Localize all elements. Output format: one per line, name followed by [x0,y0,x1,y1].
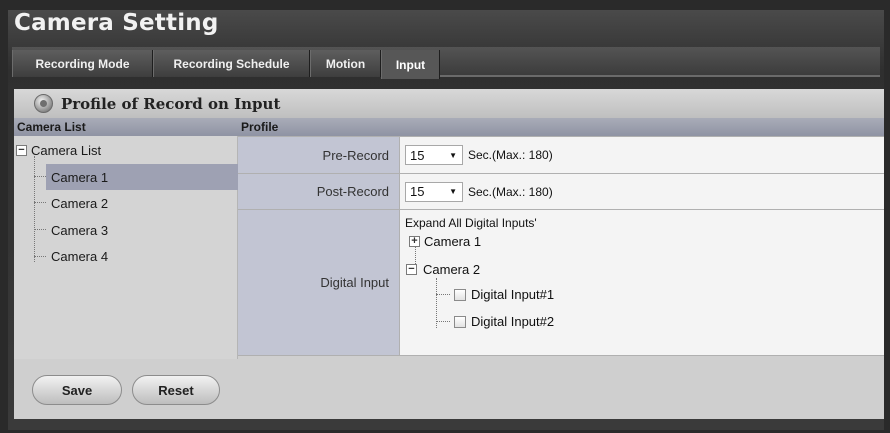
di-camera-2-label: Camera 2 [423,262,481,277]
camera-lens-icon [34,94,53,113]
di-camera-1[interactable]: + Camera 1 [409,234,481,249]
pre-record-value: 15 ▼ Sec.(Max.: 180) [400,137,884,173]
camera-item-3[interactable]: Camera 3 [46,217,238,243]
digital-input-2-label: Digital Input#2 [471,314,555,329]
profile-header: Profile [238,118,884,136]
profile-grid: Pre-Record 15 ▼ Sec.(Max.: 180) Post-Rec… [238,136,884,356]
collapse-icon[interactable]: − [406,264,417,275]
tree-connector [436,321,450,322]
post-record-row: Post-Record 15 ▼ Sec.(Max.: 180) [238,174,884,210]
digital-input-2-checkbox[interactable] [454,315,466,328]
tree-root-label: Camera List [31,142,102,158]
di-camera-2[interactable]: − Camera 2 [406,262,480,277]
camera-item-1[interactable]: Camera 1 [46,164,238,190]
post-record-value: 15 ▼ Sec.(Max.: 180) [400,174,884,209]
tab-motion[interactable]: Motion [310,50,381,77]
caret-down-icon: ▼ [449,187,457,196]
post-record-select[interactable]: 15 ▼ [405,181,463,202]
caret-down-icon: ▼ [449,150,457,160]
digital-input-row: Digital Input Expand All Digital Inputs'… [238,210,884,356]
post-record-selected: 15 [410,184,425,199]
section-title: Profile of Record on Input [61,94,281,113]
digital-input-1-label: Digital Input#1 [471,287,555,302]
digital-input-2[interactable]: Digital Input#2 [454,314,554,329]
tree-connector [34,229,46,230]
pre-record-select[interactable]: 15 ▼ [405,145,463,165]
tree-connector [34,202,46,203]
tab-recording-mode[interactable]: Recording Mode [12,50,153,77]
expand-all-link[interactable]: Expand All Digital Inputs' [405,216,537,230]
digital-input-1[interactable]: Digital Input#1 [454,287,554,302]
tree-connector [34,176,46,177]
pre-record-label: Pre-Record [238,137,400,173]
collapse-icon[interactable]: − [16,144,27,156]
digital-input-label: Digital Input [238,210,400,355]
reset-button[interactable]: Reset [132,375,220,405]
tab-recording-schedule[interactable]: Recording Schedule [153,50,310,77]
camera-item-2[interactable]: Camera 2 [46,190,238,216]
post-record-hint: Sec.(Max.: 180) [468,184,553,199]
tree-connector [34,156,35,262]
tab-input[interactable]: Input [381,50,440,79]
post-record-label: Post-Record [238,174,400,209]
digital-input-value: Expand All Digital Inputs' + Camera 1 − … [400,210,884,355]
page-title: Camera Setting [14,10,219,36]
pre-record-row: Pre-Record 15 ▼ Sec.(Max.: 180) [238,137,884,174]
camera-item-4[interactable]: Camera 4 [46,243,238,269]
tab-bar: Recording Mode Recording Schedule Motion… [12,47,880,79]
pre-record-hint: Sec.(Max.: 180) [468,148,553,162]
tree-connector [34,256,46,257]
camera-list-header: Camera List [14,118,238,136]
expand-icon[interactable]: + [409,236,420,247]
button-bar: Save Reset [14,359,884,419]
pre-record-selected: 15 [410,147,425,163]
save-button[interactable]: Save [32,375,122,405]
tree-connector [436,294,450,295]
di-camera-1-label: Camera 1 [424,234,482,249]
digital-input-1-checkbox[interactable] [454,288,466,301]
section-header: Profile of Record on Input [14,89,884,118]
tree-root[interactable]: − Camera List [16,137,216,163]
